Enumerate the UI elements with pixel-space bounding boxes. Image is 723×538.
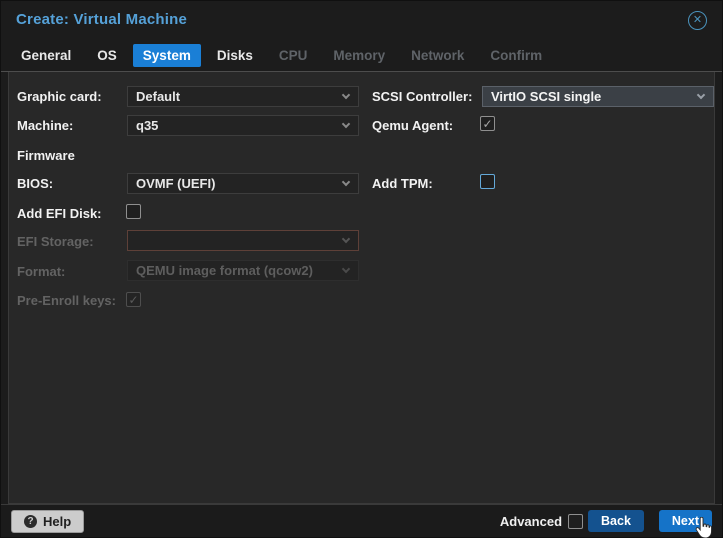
efi-storage-select <box>127 230 359 251</box>
back-button[interactable]: Back <box>588 510 644 532</box>
tab-os[interactable]: OS <box>87 44 127 67</box>
graphic-card-select[interactable]: Default <box>127 86 359 107</box>
tab-memory: Memory <box>323 44 395 67</box>
format-value: QEMU image format (qcow2) <box>136 263 313 278</box>
chevron-down-icon <box>697 91 705 99</box>
footer-bar: ? Help Advanced Back Next <box>1 504 722 537</box>
machine-select[interactable]: q35 <box>127 115 359 136</box>
scsi-controller-label: SCSI Controller: <box>372 89 472 104</box>
chevron-down-icon <box>342 178 350 186</box>
tab-network: Network <box>401 44 474 67</box>
machine-label: Machine: <box>17 118 73 133</box>
advanced-label: Advanced <box>500 514 562 529</box>
bios-label: BIOS: <box>17 176 53 191</box>
close-icon[interactable]: ✕ <box>688 11 707 30</box>
chevron-down-icon <box>342 91 350 99</box>
pre-enroll-keys-label: Pre-Enroll keys: <box>17 293 116 308</box>
qemu-agent-checkbox[interactable]: ✓ <box>480 116 495 131</box>
add-efi-disk-checkbox[interactable] <box>126 204 141 219</box>
efi-storage-label: EFI Storage: <box>17 234 94 249</box>
scsi-controller-value: VirtIO SCSI single <box>491 89 601 104</box>
system-form-panel: Graphic card: Default Machine: q35 Firmw… <box>8 72 715 504</box>
advanced-checkbox[interactable] <box>568 514 583 529</box>
add-tpm-label: Add TPM: <box>372 176 433 191</box>
chevron-down-icon <box>342 120 350 128</box>
graphic-card-value: Default <box>136 89 180 104</box>
tab-general[interactable]: General <box>11 44 81 67</box>
qemu-agent-label: Qemu Agent: <box>372 118 453 133</box>
add-efi-disk-label: Add EFI Disk: <box>17 206 102 221</box>
machine-value: q35 <box>136 118 158 133</box>
chevron-down-icon <box>342 265 350 273</box>
tab-bar: General OS System Disks CPU Memory Netwo… <box>1 39 722 72</box>
help-icon: ? <box>24 515 37 528</box>
bios-select[interactable]: OVMF (UEFI) <box>127 173 359 194</box>
format-label: Format: <box>17 264 65 279</box>
firmware-section-label: Firmware <box>17 148 75 163</box>
help-button-label: Help <box>43 514 71 529</box>
scsi-controller-select[interactable]: VirtIO SCSI single <box>482 86 714 107</box>
graphic-card-label: Graphic card: <box>17 89 102 104</box>
bios-value: OVMF (UEFI) <box>136 176 215 191</box>
title-bar: Create: Virtual Machine ✕ <box>1 1 722 39</box>
tab-system[interactable]: System <box>133 44 201 67</box>
tab-confirm: Confirm <box>480 44 552 67</box>
format-select: QEMU image format (qcow2) <box>127 260 359 281</box>
dialog-title: Create: Virtual Machine <box>16 11 187 28</box>
pre-enroll-keys-checkbox: ✓ <box>126 292 141 307</box>
help-button[interactable]: ? Help <box>11 510 84 533</box>
create-vm-dialog: Create: Virtual Machine ✕ General OS Sys… <box>0 0 723 538</box>
next-button[interactable]: Next <box>659 510 712 532</box>
tab-cpu: CPU <box>269 44 318 67</box>
chevron-down-icon <box>342 235 350 243</box>
tab-disks[interactable]: Disks <box>207 44 263 67</box>
add-tpm-checkbox[interactable] <box>480 174 495 189</box>
